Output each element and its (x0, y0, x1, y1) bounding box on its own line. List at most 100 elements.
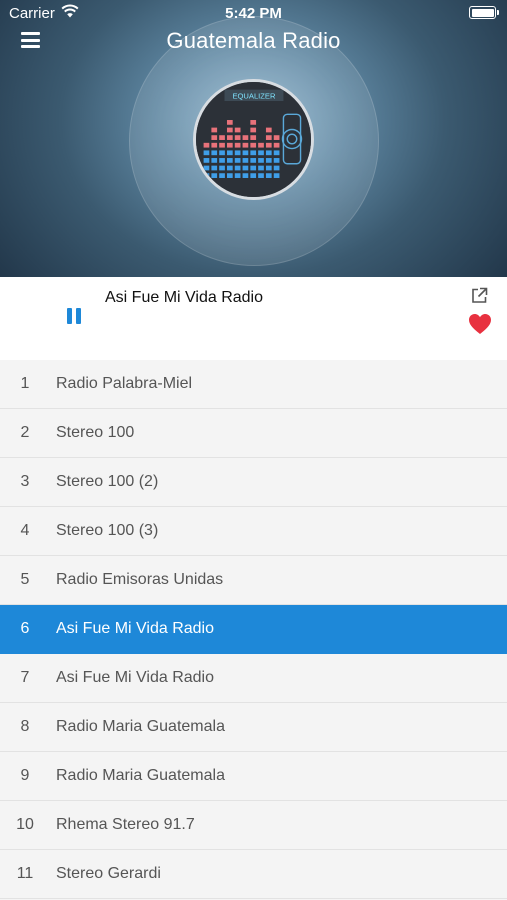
battery-icon (469, 6, 499, 19)
favorite-heart-icon[interactable] (468, 313, 492, 335)
station-list: 1 Radio Palabra-Miel 2 Stereo 100 3 Stereo 10… (0, 360, 507, 899)
equalizer-bar-segment (226, 135, 233, 140)
station-name: Radio Maria Guatemala (56, 718, 225, 735)
equalizer-bar-segment (242, 135, 249, 140)
equalizer-bar-segment (258, 158, 264, 163)
equalizer-bar-segment (234, 127, 241, 133)
equalizer-bar-segment (219, 173, 225, 178)
equalizer-bar-segment (265, 127, 272, 133)
station-name: Stereo 100 (56, 424, 135, 441)
equalizer-bar-segment (234, 158, 241, 163)
station-number: 7 (20, 669, 30, 686)
station-name: Rhema Stereo 91.7 (56, 816, 195, 833)
pause-icon-right (76, 308, 81, 324)
equalizer-bar-segment (211, 135, 218, 140)
equalizer-bar-segment (250, 158, 257, 163)
equalizer-bar-segment (258, 165, 264, 171)
station-name: Asi Fue Mi Vida Radio (56, 620, 214, 637)
equalizer-bar-segment (265, 165, 272, 171)
equalizer-bar-segment (211, 127, 218, 133)
station-row[interactable]: 6 Asi Fue Mi Vida Radio (0, 605, 507, 654)
equalizer-bar-segment (242, 165, 249, 171)
station-artwork: EQUALIZER (193, 79, 314, 200)
equalizer-bar-segment (273, 142, 280, 148)
station-name: Stereo 100 (3) (56, 522, 159, 539)
station-row[interactable]: 10 Rhema Stereo 91.7 (0, 801, 507, 850)
equalizer-bar-segment (226, 127, 233, 133)
station-row[interactable]: 8 Radio Maria Guatemala (0, 703, 507, 752)
station-name: Asi Fue Mi Vida Radio (56, 669, 214, 686)
station-row[interactable]: 7 Asi Fue Mi Vida Radio (0, 654, 507, 703)
equalizer-bar-segment (265, 150, 272, 156)
equalizer-bar-segment (211, 165, 218, 171)
station-name: Radio Palabra-Miel (56, 375, 193, 392)
equalizer-bar-segment (226, 165, 233, 171)
station-number: 11 (16, 865, 34, 882)
equalizer-bar-segment (250, 173, 257, 178)
station-row[interactable]: 3 Stereo 100 (2) (0, 458, 507, 507)
equalizer-bar-segment (226, 142, 233, 148)
equalizer-bar-segment (258, 150, 264, 156)
equalizer-bar-segment (273, 165, 280, 171)
equalizer-bar-segment (234, 173, 241, 178)
station-name: Stereo Gerardi (56, 865, 161, 882)
equalizer-bar-segment (203, 165, 210, 171)
pause-icon-left (67, 308, 72, 324)
station-row[interactable]: 9 Radio Maria Guatemala (0, 752, 507, 801)
equalizer-bar-segment (211, 173, 218, 178)
station-name: Radio Emisoras Unidas (56, 571, 224, 588)
equalizer-bar-segment (242, 173, 249, 178)
station-name: Radio Maria Guatemala (56, 767, 225, 784)
equalizer-bar-segment (250, 120, 257, 125)
equalizer-bar-segment (226, 120, 233, 125)
equalizer-bar-segment (234, 165, 241, 171)
station-row[interactable]: 11 Stereo Gerardi (0, 850, 507, 899)
station-number: 8 (20, 718, 30, 735)
hero-header: Carrier 5:42 PM Guatemala Radio EQUALIZE… (0, 0, 507, 277)
equalizer-image: EQUALIZER (196, 82, 311, 197)
station-row[interactable]: 5 Radio Emisoras Unidas (0, 556, 507, 605)
equalizer-bar-segment (219, 135, 225, 140)
equalizer-bar-segment (265, 158, 272, 163)
station-row[interactable]: 4 Stereo 100 (3) (0, 507, 507, 556)
station-number: 9 (20, 767, 30, 784)
equalizer-bar-segment (265, 173, 272, 178)
station-number: 6 (20, 620, 30, 637)
equalizer-bar-segment (258, 173, 264, 178)
equalizer-bar-segment (234, 150, 241, 156)
equalizer-bar-segment (211, 142, 218, 148)
equalizer-bar-segment (273, 173, 280, 178)
station-row[interactable]: 2 Stereo 100 (0, 409, 507, 458)
equalizer-bar-segment (242, 158, 249, 163)
equalizer-bar-segment (234, 142, 241, 148)
equalizer-bar-segment (219, 158, 225, 163)
pause-button[interactable] (64, 306, 84, 326)
station-number: 2 (20, 424, 30, 441)
station-number: 3 (20, 473, 30, 490)
equalizer-bar-segment (219, 165, 225, 171)
equalizer-bar-segment (265, 142, 272, 148)
equalizer-bar-segment (273, 158, 280, 163)
equalizer-bar-segment (250, 150, 257, 156)
equalizer-bar-segment (203, 142, 210, 148)
equalizer-bar-segment (219, 150, 225, 156)
station-name: Stereo 100 (2) (56, 473, 159, 490)
equalizer-bar-segment (250, 135, 257, 140)
equalizer-bar-segment (219, 142, 225, 148)
equalizer-bar-segment (273, 135, 280, 140)
share-icon[interactable] (471, 287, 488, 304)
station-number: 5 (20, 571, 30, 588)
equalizer-bar-segment (273, 150, 280, 156)
equalizer-bar-segment (250, 127, 257, 133)
equalizer-bar-segment (226, 158, 233, 163)
now-playing-title: Asi Fue Mi Vida Radio (105, 289, 263, 306)
equalizer-bar-segment (203, 158, 210, 163)
equalizer-bar-segment (211, 158, 218, 163)
station-row[interactable]: 1 Radio Palabra-Miel (0, 360, 507, 409)
equalizer-bar-segment (234, 135, 241, 140)
equalizer-bar-segment (250, 165, 257, 171)
equalizer-bar-segment (258, 142, 264, 148)
equalizer-label: EQUALIZER (232, 92, 276, 101)
station-number: 10 (16, 816, 34, 833)
equalizer-bar-segment (203, 150, 210, 156)
